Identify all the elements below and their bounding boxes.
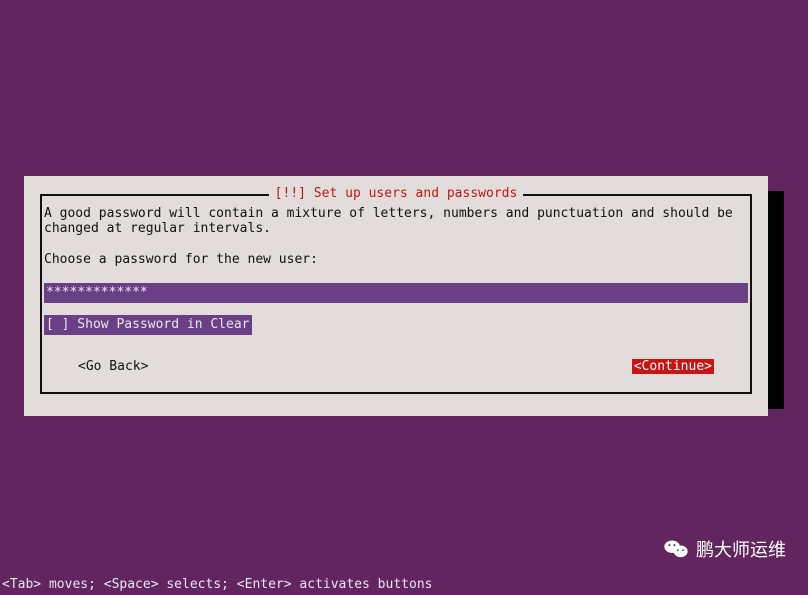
go-back-button[interactable]: <Go Back> — [78, 359, 148, 374]
wechat-icon — [662, 535, 690, 563]
watermark: 鹏大师运维 — [662, 535, 786, 563]
password-prompt: Choose a password for the new user: — [44, 252, 748, 267]
help-text-line1: A good password will contain a mixture o… — [44, 206, 748, 221]
continue-button[interactable]: <Continue> — [632, 359, 714, 374]
status-bar: <Tab> moves; <Space> selects; <Enter> ac… — [0, 575, 808, 595]
dialog-title: [!!] Set up users and passwords — [269, 186, 524, 201]
show-password-checkbox[interactable]: [ ] Show Password in Clear — [44, 315, 252, 335]
password-dialog: [!!] Set up users and passwords A good p… — [24, 176, 768, 416]
dialog-title-wrap: [!!] Set up users and passwords — [42, 186, 750, 201]
dialog-border: [!!] Set up users and passwords A good p… — [40, 194, 752, 394]
help-text-line2: changed at regular intervals. — [44, 221, 748, 236]
password-input[interactable]: ************* — [44, 283, 748, 303]
watermark-text: 鹏大师运维 — [696, 536, 786, 562]
button-row: <Go Back> <Continue> — [44, 359, 748, 374]
